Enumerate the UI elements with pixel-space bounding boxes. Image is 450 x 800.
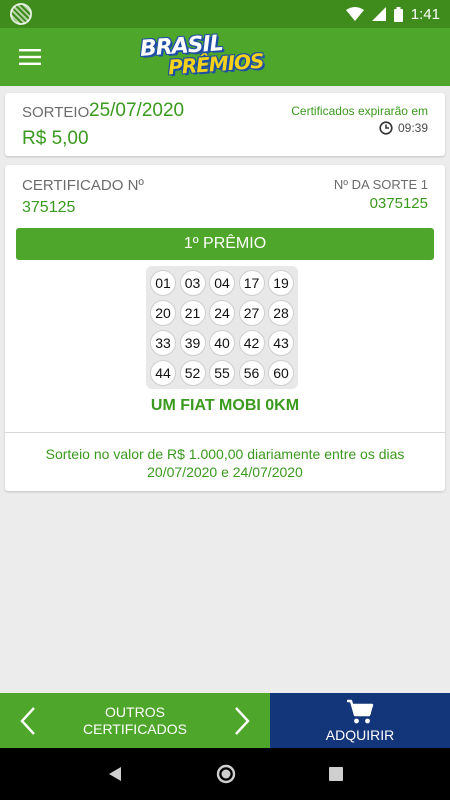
back-icon[interactable] — [107, 766, 123, 782]
battery-icon — [393, 6, 403, 22]
recents-icon[interactable] — [329, 767, 344, 781]
expire-time-value: 09:39 — [397, 121, 428, 135]
hamburger-icon — [19, 49, 41, 65]
certificate-price: R$ 5,00 — [22, 128, 89, 149]
number-grid: 01 03 04 17 19 20 21 24 27 28 33 39 40 42 43 44 52 55 56 60 — [146, 266, 298, 389]
number-ball: 28 — [268, 299, 294, 326]
chevron-left-icon[interactable] — [20, 706, 36, 736]
other-certificates-button[interactable]: OUTROS CERTIFICADOS — [0, 693, 270, 748]
certificate-card: CERTIFICADO Nº 375125 Nº DA SORTE 1 0375… — [5, 165, 445, 491]
purchase-button[interactable]: ADQUIRIR — [270, 693, 450, 748]
draw-summary-card: SORTEIO 25/07/2020 R$ 5,00 Certificados … — [5, 93, 445, 156]
number-ball: 39 — [179, 329, 206, 356]
other-certificates-label: OUTROS CERTIFICADOS — [83, 704, 187, 738]
number-ball: 20 — [150, 299, 176, 326]
wifi-icon — [345, 7, 364, 21]
number-ball: 33 — [150, 329, 176, 356]
logo-line-2: PRÊMIOS — [167, 48, 265, 80]
menu-button[interactable] — [0, 28, 60, 86]
number-ball: 17 — [238, 269, 265, 296]
chevron-right-icon[interactable] — [234, 706, 250, 736]
number-ball: 03 — [179, 269, 206, 296]
home-icon[interactable] — [216, 764, 236, 784]
certificate-number-label: CERTIFICADO Nº — [22, 177, 144, 194]
draw-description: Sorteio no valor de R$ 1.000,00 diariame… — [45, 446, 405, 480]
brand-logo: BRASIL PRÊMIOS — [139, 31, 280, 80]
purchase-label: ADQUIRIR — [325, 726, 395, 743]
prize-title: 1º PRÊMIO — [183, 235, 267, 252]
number-ball: 19 — [268, 269, 294, 296]
app-bar: BRASIL PRÊMIOS — [0, 28, 450, 86]
number-ball: 55 — [209, 359, 235, 386]
number-ball: 60 — [268, 359, 294, 386]
other-certificates-label-line1: OUTROS — [105, 703, 165, 720]
notification-icon — [10, 3, 32, 25]
number-ball: 21 — [179, 299, 206, 326]
lucky-number: 0375125 — [369, 195, 428, 212]
sorteio-date: 25/07/2020 — [89, 100, 185, 121]
number-ball: 27 — [238, 299, 265, 326]
expire-countdown: 09:39 — [379, 121, 428, 135]
number-ball: 01 — [150, 269, 176, 296]
bottom-action-bar: OUTROS CERTIFICADOS ADQUIRIR — [0, 693, 450, 748]
cart-icon — [347, 699, 374, 723]
system-nav-bar — [0, 748, 450, 800]
expire-label: Certificados expirarão em — [291, 104, 428, 118]
number-ball: 44 — [150, 359, 176, 386]
prize-name: UM FIAT MOBI 0KM — [150, 397, 300, 414]
number-ball: 52 — [179, 359, 206, 386]
clock-time: 1:41 — [410, 5, 440, 23]
number-ball: 24 — [209, 299, 235, 326]
status-bar: 1:41 — [0, 0, 450, 28]
number-ball: 42 — [238, 329, 265, 356]
number-ball: 04 — [209, 269, 235, 296]
prize-title-bar: 1º PRÊMIO — [16, 228, 434, 260]
signal-icon — [371, 7, 386, 21]
number-ball: 40 — [209, 329, 235, 356]
clock-icon — [379, 121, 393, 135]
lucky-number-label: Nº DA SORTE 1 — [333, 177, 428, 192]
number-ball: 43 — [268, 329, 294, 356]
divider — [5, 432, 445, 433]
certificate-number: 375125 — [22, 199, 76, 216]
sorteio-label: SORTEIO — [22, 104, 90, 121]
other-certificates-label-line2: CERTIFICADOS — [83, 720, 187, 737]
number-ball: 56 — [238, 359, 265, 386]
